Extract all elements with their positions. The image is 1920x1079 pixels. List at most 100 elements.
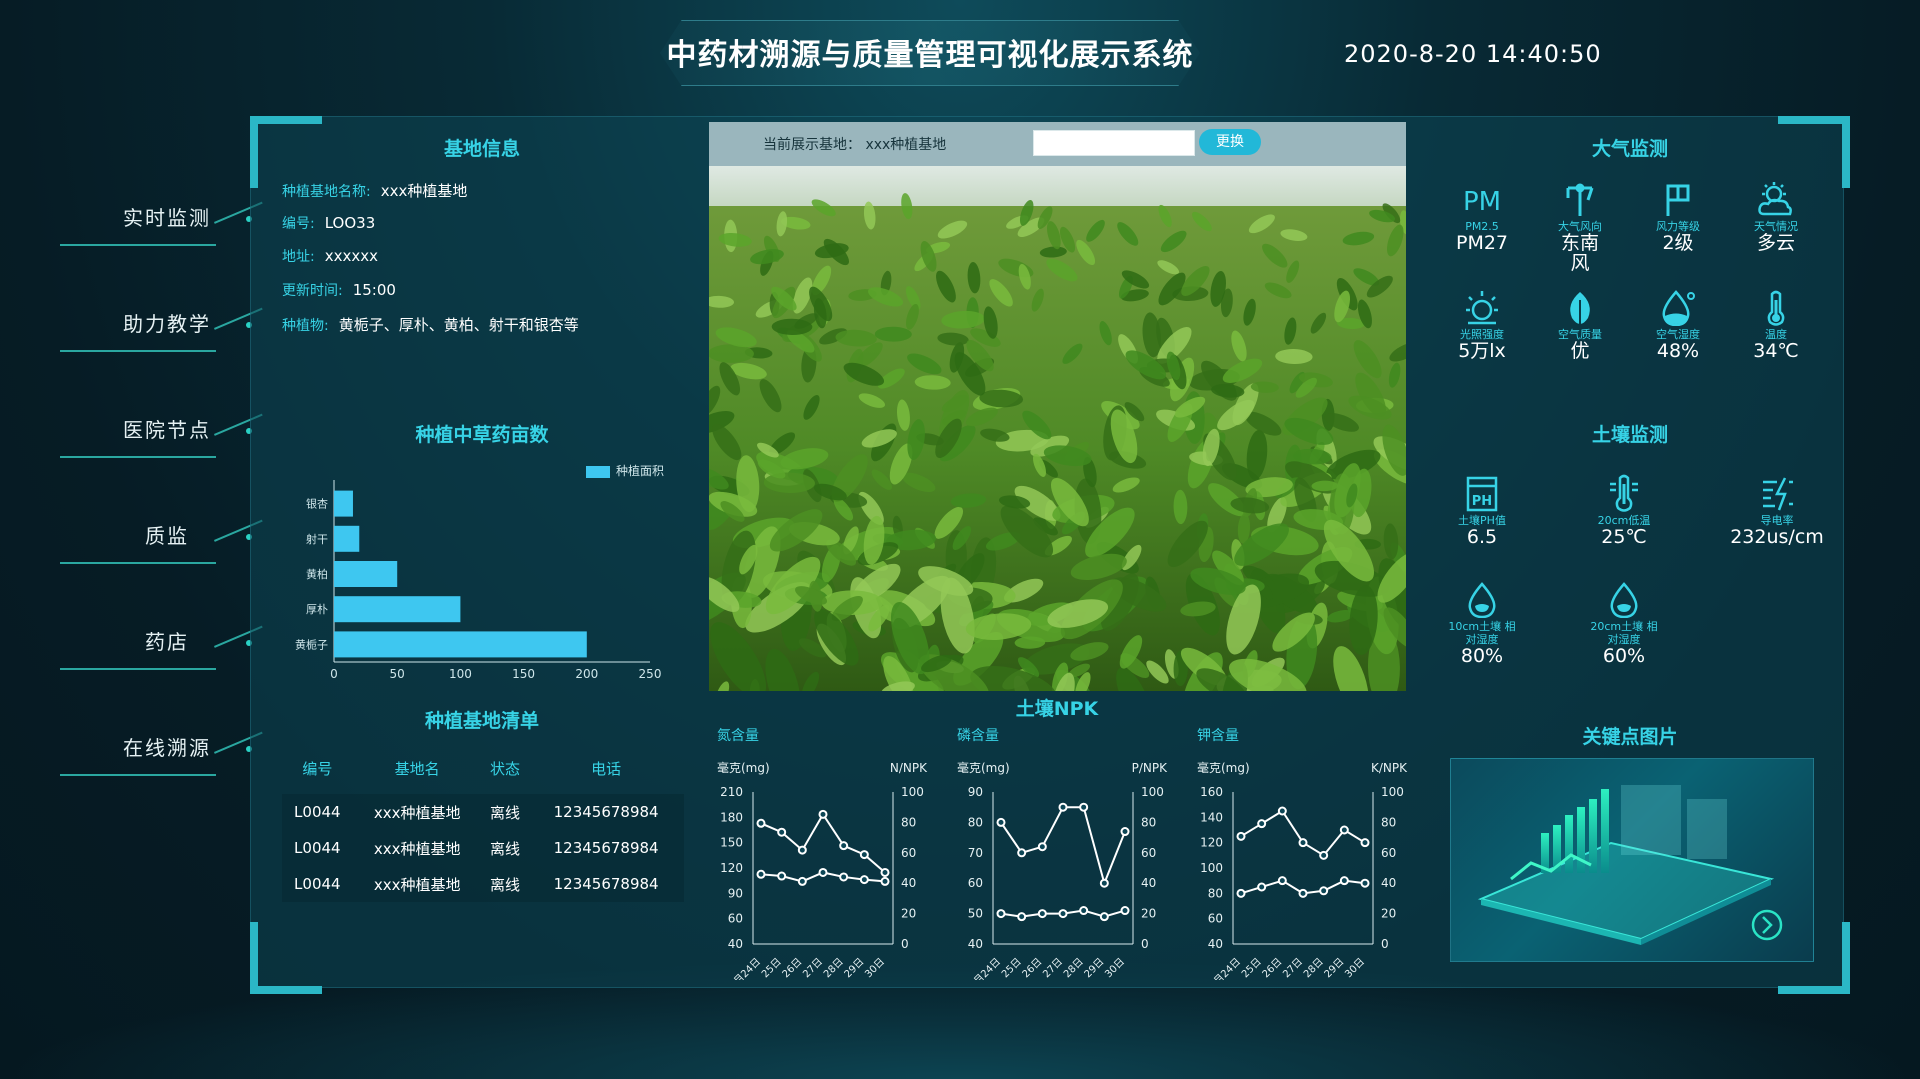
thermometer-icon: [1767, 290, 1785, 326]
planting-chart-title: 种植中草药亩数: [415, 424, 549, 446]
tick-label: 180: [720, 810, 743, 824]
change-base-button[interactable]: 更换: [1199, 129, 1261, 155]
x-tick-label: 6月24日: [967, 956, 1003, 980]
tick-label: 50: [390, 667, 405, 681]
soil-drop-icon: [1610, 582, 1638, 618]
dashboard-illustration: [1477, 785, 1783, 945]
data-point: [839, 872, 849, 882]
data-point: [1257, 882, 1267, 892]
tick-label: 40: [1208, 937, 1223, 951]
tick-label: 210: [720, 785, 743, 799]
tick-label: 60: [901, 846, 916, 860]
info-row-name: 种植基地名称: xxx种植基地: [282, 182, 468, 200]
tick-label: 0: [901, 937, 909, 951]
tick-label: 100: [449, 667, 472, 681]
current-base-label: 当前展示基地： xxx种植基地: [763, 137, 947, 153]
x-tick-label: 26日: [1021, 956, 1045, 980]
metric-pm25: PM PM2.5 PM27: [1434, 180, 1530, 253]
category-label: 射干: [306, 532, 328, 546]
data-point: [818, 809, 828, 819]
data-point: [1360, 838, 1370, 848]
weather-icon: [1758, 182, 1792, 216]
x-tick-label: 27日: [1281, 956, 1305, 980]
soil-title: 土壤监测: [1591, 424, 1668, 446]
tick-label: 80: [1208, 886, 1223, 900]
bar: [334, 490, 353, 517]
info-row-address: 地址: xxxxxx: [282, 247, 378, 265]
nav-item-pharmacy[interactable]: 药店: [60, 614, 263, 678]
table-header-row: 编号 基地名 状态 电话: [282, 752, 684, 784]
tick-label: 200: [575, 667, 598, 681]
x-tick-label: 25日: [1240, 956, 1264, 980]
column-header: 编号: [302, 759, 333, 778]
data-point: [1257, 819, 1267, 829]
data-point: [1017, 848, 1027, 858]
info-row-code: 编号: LOO33: [282, 214, 376, 232]
metric-air-humidity: 空气湿度 48%: [1630, 288, 1726, 361]
data-point: [1236, 831, 1246, 841]
nav-item-online-trace[interactable]: 在线溯源: [60, 720, 263, 784]
tick-label: 20: [1381, 907, 1396, 921]
svg-text:PM: PM: [1463, 187, 1501, 217]
x-tick-label: 6月24日: [727, 956, 763, 980]
photo-toolbar: 当前展示基地： xxx种植基地 更换: [709, 122, 1406, 166]
tick-label: 60: [728, 912, 743, 926]
y-axis-label: 毫克(mg): [957, 760, 1010, 775]
page-title: 中药材溯源与质量管理可视化展示系统: [666, 38, 1194, 73]
frame-corner: [1778, 116, 1850, 188]
metric-soil-ph: PH 土壤PH值 6.5: [1434, 474, 1530, 547]
metric-soil-temp: 20cm低温 25℃: [1576, 474, 1672, 547]
table-row[interactable]: L0044 xxx种植基地 离线 12345678984: [282, 866, 684, 902]
data-point: [1236, 888, 1246, 898]
tick-label: 20: [901, 907, 916, 921]
data-point: [1079, 802, 1089, 812]
x-tick-label: 30日: [1343, 956, 1367, 980]
data-point: [839, 841, 849, 851]
category-label: 黄栀子: [295, 637, 328, 651]
x-tick-label: 30日: [863, 956, 887, 980]
y-axis-label: 毫克(mg): [717, 760, 770, 775]
y2-axis-label: K/NPK: [1371, 761, 1408, 775]
data-point: [1319, 886, 1329, 896]
table-row[interactable]: L0044 xxx种植基地 离线 12345678984: [282, 830, 684, 866]
x-tick-label: 28日: [1062, 956, 1086, 980]
next-icon[interactable]: [1751, 909, 1783, 941]
datetime-display: 2020-8-20 14:40:50: [1344, 40, 1602, 68]
bar: [334, 525, 360, 552]
data-point: [1277, 806, 1287, 816]
tick-label: 50: [968, 907, 983, 921]
tick-label: 40: [728, 937, 743, 951]
data-point: [1339, 876, 1349, 886]
series-line: [760, 812, 886, 874]
tick-label: 60: [1381, 846, 1396, 860]
data-point: [777, 871, 787, 881]
tick-label: 140: [1200, 810, 1223, 824]
x-tick-label: 29日: [1083, 956, 1107, 980]
nav-item-hospital-node[interactable]: 医院节点: [60, 402, 263, 466]
table-row[interactable]: L0044 xxx种植基地 离线 12345678984: [282, 794, 684, 830]
x-tick-label: 25日: [760, 956, 784, 980]
data-point: [818, 867, 828, 877]
frame-corner: [250, 116, 322, 188]
sun-icon: [1466, 291, 1498, 325]
data-point: [859, 850, 869, 860]
key-point-image[interactable]: [1450, 758, 1814, 962]
nav-item-teaching[interactable]: 助力教学: [60, 296, 263, 360]
metric-temperature: 温度 34℃: [1728, 288, 1824, 361]
data-point: [1058, 909, 1068, 919]
nav-item-quality-supervision[interactable]: 质监: [60, 508, 263, 572]
bar: [334, 631, 587, 658]
metric-light: 光照强度 5万lx: [1434, 288, 1530, 361]
tick-label: 150: [512, 667, 535, 681]
base-search-input[interactable]: [1033, 130, 1195, 156]
base-photo: [709, 166, 1406, 691]
plant-field-image: [709, 166, 1406, 691]
nav-item-label: 助力教学: [123, 312, 211, 336]
tick-label: 40: [1381, 876, 1396, 890]
npk-line-charts: 氮含量毫克(mg) N/NPK 210 180 150 120 90 60 40 100 80 60 4…: [717, 728, 1408, 980]
data-point: [1058, 802, 1068, 812]
nav-item-realtime-monitor[interactable]: 实时监测: [60, 190, 263, 254]
tick-label: 40: [901, 876, 916, 890]
category-label: 黄柏: [306, 567, 328, 581]
npk-chart-title: 钾含量: [1197, 728, 1239, 744]
